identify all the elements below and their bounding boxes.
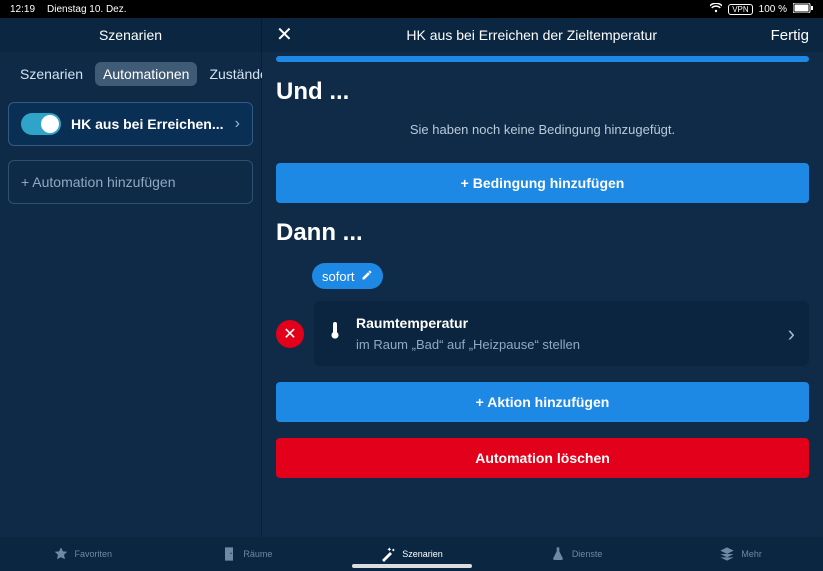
- action-title: Raumtemperatur: [356, 315, 774, 331]
- sidebar-title: Szenarien: [0, 18, 262, 52]
- sidebar: Szenarien Automationen Zustände HK aus b…: [0, 52, 262, 537]
- action-card[interactable]: Raumtemperatur im Raum „Bad“ auf „Heizpa…: [314, 301, 809, 366]
- main-content: Und ... Sie haben noch keine Bedingung h…: [262, 52, 823, 537]
- nav-label: Szenarien: [402, 549, 443, 559]
- automation-list-item[interactable]: HK aus bei Erreichen... ›: [8, 102, 253, 146]
- star-icon: [53, 546, 69, 562]
- timing-chip[interactable]: sofort: [312, 263, 383, 289]
- door-icon: [221, 546, 237, 562]
- tab-scenarios[interactable]: Szenarien: [12, 62, 91, 86]
- wand-icon: [380, 546, 396, 562]
- flask-icon: [550, 546, 566, 562]
- done-button[interactable]: Fertig: [771, 27, 809, 44]
- pencil-icon: [361, 269, 373, 284]
- close-icon[interactable]: ✕: [276, 25, 293, 45]
- status-bar: 12:19 Dienstag 10. Dez. VPN 100 %: [0, 0, 823, 18]
- nav-services[interactable]: Dienste: [494, 546, 659, 562]
- status-time: 12:19: [10, 4, 35, 15]
- nav-label: Mehr: [741, 549, 762, 559]
- chevron-right-icon: ›: [788, 321, 795, 347]
- and-empty-text: Sie haben noch keine Bedingung hinzugefü…: [276, 122, 809, 137]
- status-date: Dienstag 10. Dez.: [47, 4, 127, 15]
- action-subtitle: im Raum „Bad“ auf „Heizpause“ stellen: [356, 337, 774, 352]
- nav-label: Dienste: [572, 549, 603, 559]
- page-title: HK aus bei Erreichen der Zieltemperatur: [406, 27, 657, 43]
- nav-label: Räume: [243, 549, 272, 559]
- add-condition-button[interactable]: + Bedingung hinzufügen: [276, 163, 809, 203]
- tab-automations[interactable]: Automationen: [95, 62, 197, 86]
- timing-chip-label: sofort: [322, 269, 355, 284]
- section-then-title: Dann ...: [276, 219, 809, 247]
- delete-action-button[interactable]: ✕: [276, 320, 304, 348]
- add-automation-button[interactable]: + Automation hinzufügen: [8, 160, 253, 204]
- battery-text: 100 %: [759, 4, 787, 15]
- nav-label: Favoriten: [75, 549, 113, 559]
- automation-label: HK aus bei Erreichen...: [71, 116, 225, 132]
- automation-toggle[interactable]: [21, 113, 61, 135]
- nav-rooms[interactable]: Räume: [165, 546, 330, 562]
- battery-icon: [793, 3, 813, 16]
- segmented-control: Szenarien Automationen Zustände: [8, 62, 253, 86]
- nav-favorites[interactable]: Favoriten: [0, 546, 165, 562]
- add-action-button[interactable]: + Aktion hinzufügen: [276, 382, 809, 422]
- progress-bar: [276, 56, 809, 62]
- chevron-right-icon: ›: [235, 115, 240, 133]
- nav-more[interactable]: Mehr: [658, 546, 823, 562]
- layers-icon: [719, 546, 735, 562]
- home-indicator: [352, 564, 472, 568]
- section-and-title: Und ...: [276, 78, 809, 106]
- thermometer-icon: [328, 322, 342, 345]
- vpn-badge: VPN: [728, 4, 752, 15]
- wifi-icon: [710, 3, 722, 16]
- delete-automation-button[interactable]: Automation löschen: [276, 438, 809, 478]
- nav-scenarios[interactable]: Szenarien: [329, 546, 494, 562]
